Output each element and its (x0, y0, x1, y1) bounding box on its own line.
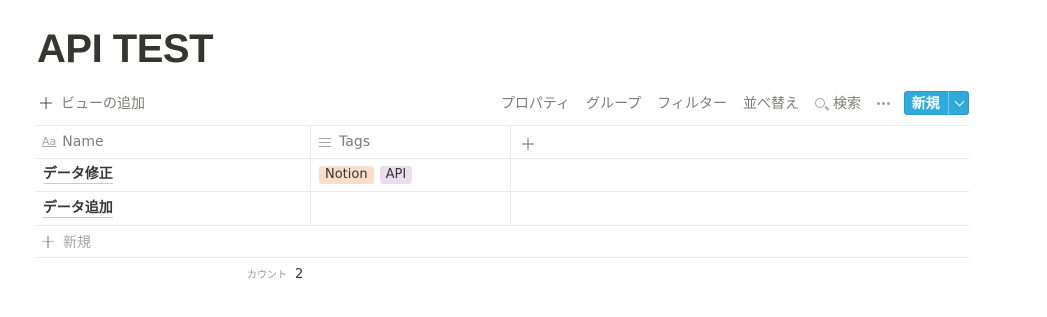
search-icon (815, 98, 825, 108)
filter-button[interactable]: フィルター (657, 93, 727, 113)
count-value: 2 (295, 267, 304, 282)
new-dropdown-button[interactable] (948, 91, 969, 115)
tag: Notion (319, 165, 374, 184)
divider (35, 225, 969, 226)
row-name[interactable]: データ修正 (43, 166, 113, 184)
search-label: 検索 (833, 96, 861, 112)
text-aa-icon: Aa (42, 135, 57, 148)
new-button-group: 新規 (904, 91, 969, 115)
column-header-label: Tags (339, 133, 370, 150)
tag: API (379, 165, 413, 184)
chevron-down-icon (954, 96, 964, 106)
tags-cell[interactable]: Notion API (319, 158, 418, 191)
add-view-label: ビューの追加 (61, 96, 145, 112)
count-label: カウント (247, 270, 287, 281)
group-button[interactable]: グループ (586, 93, 641, 113)
plus-icon (522, 138, 534, 150)
plus-icon (42, 235, 54, 248)
add-column-button[interactable] (522, 135, 534, 150)
table-row[interactable]: データ追加 (43, 192, 113, 225)
plus-icon (40, 97, 52, 109)
tags-cell[interactable] (319, 192, 509, 225)
properties-button[interactable]: プロパティ (501, 93, 570, 113)
divider (310, 125, 311, 225)
row-name[interactable]: データ追加 (43, 200, 113, 218)
column-header-label: Name (62, 133, 104, 150)
add-row-button[interactable]: 新規 (42, 225, 91, 258)
count-summary[interactable]: カウント 2 (247, 266, 303, 282)
divider (35, 257, 969, 258)
divider (35, 158, 969, 159)
sort-button[interactable]: 並べ替え (743, 93, 799, 113)
page-title[interactable]: API TEST (37, 26, 214, 72)
add-row-label: 新規 (63, 234, 91, 251)
list-icon (319, 137, 331, 147)
divider (510, 125, 511, 225)
database-page: API TEST ビューの追加 プロパティ グループ フィルター 並べ替え 検索… (0, 0, 1047, 317)
column-header-name[interactable]: Aa Name (42, 125, 104, 158)
divider (35, 125, 969, 126)
add-view-button[interactable]: ビューの追加 (40, 89, 145, 117)
toolbar-actions: プロパティ グループ フィルター 並べ替え 検索 新規 (501, 89, 969, 117)
more-horizontal-icon[interactable] (877, 101, 890, 105)
search-button[interactable]: 検索 (815, 93, 861, 113)
new-button[interactable]: 新規 (904, 91, 948, 115)
table-row[interactable]: データ修正 (43, 158, 113, 191)
database-toolbar: ビューの追加 プロパティ グループ フィルター 並べ替え 検索 新規 (35, 89, 969, 117)
column-header-tags[interactable]: Tags (319, 125, 370, 158)
